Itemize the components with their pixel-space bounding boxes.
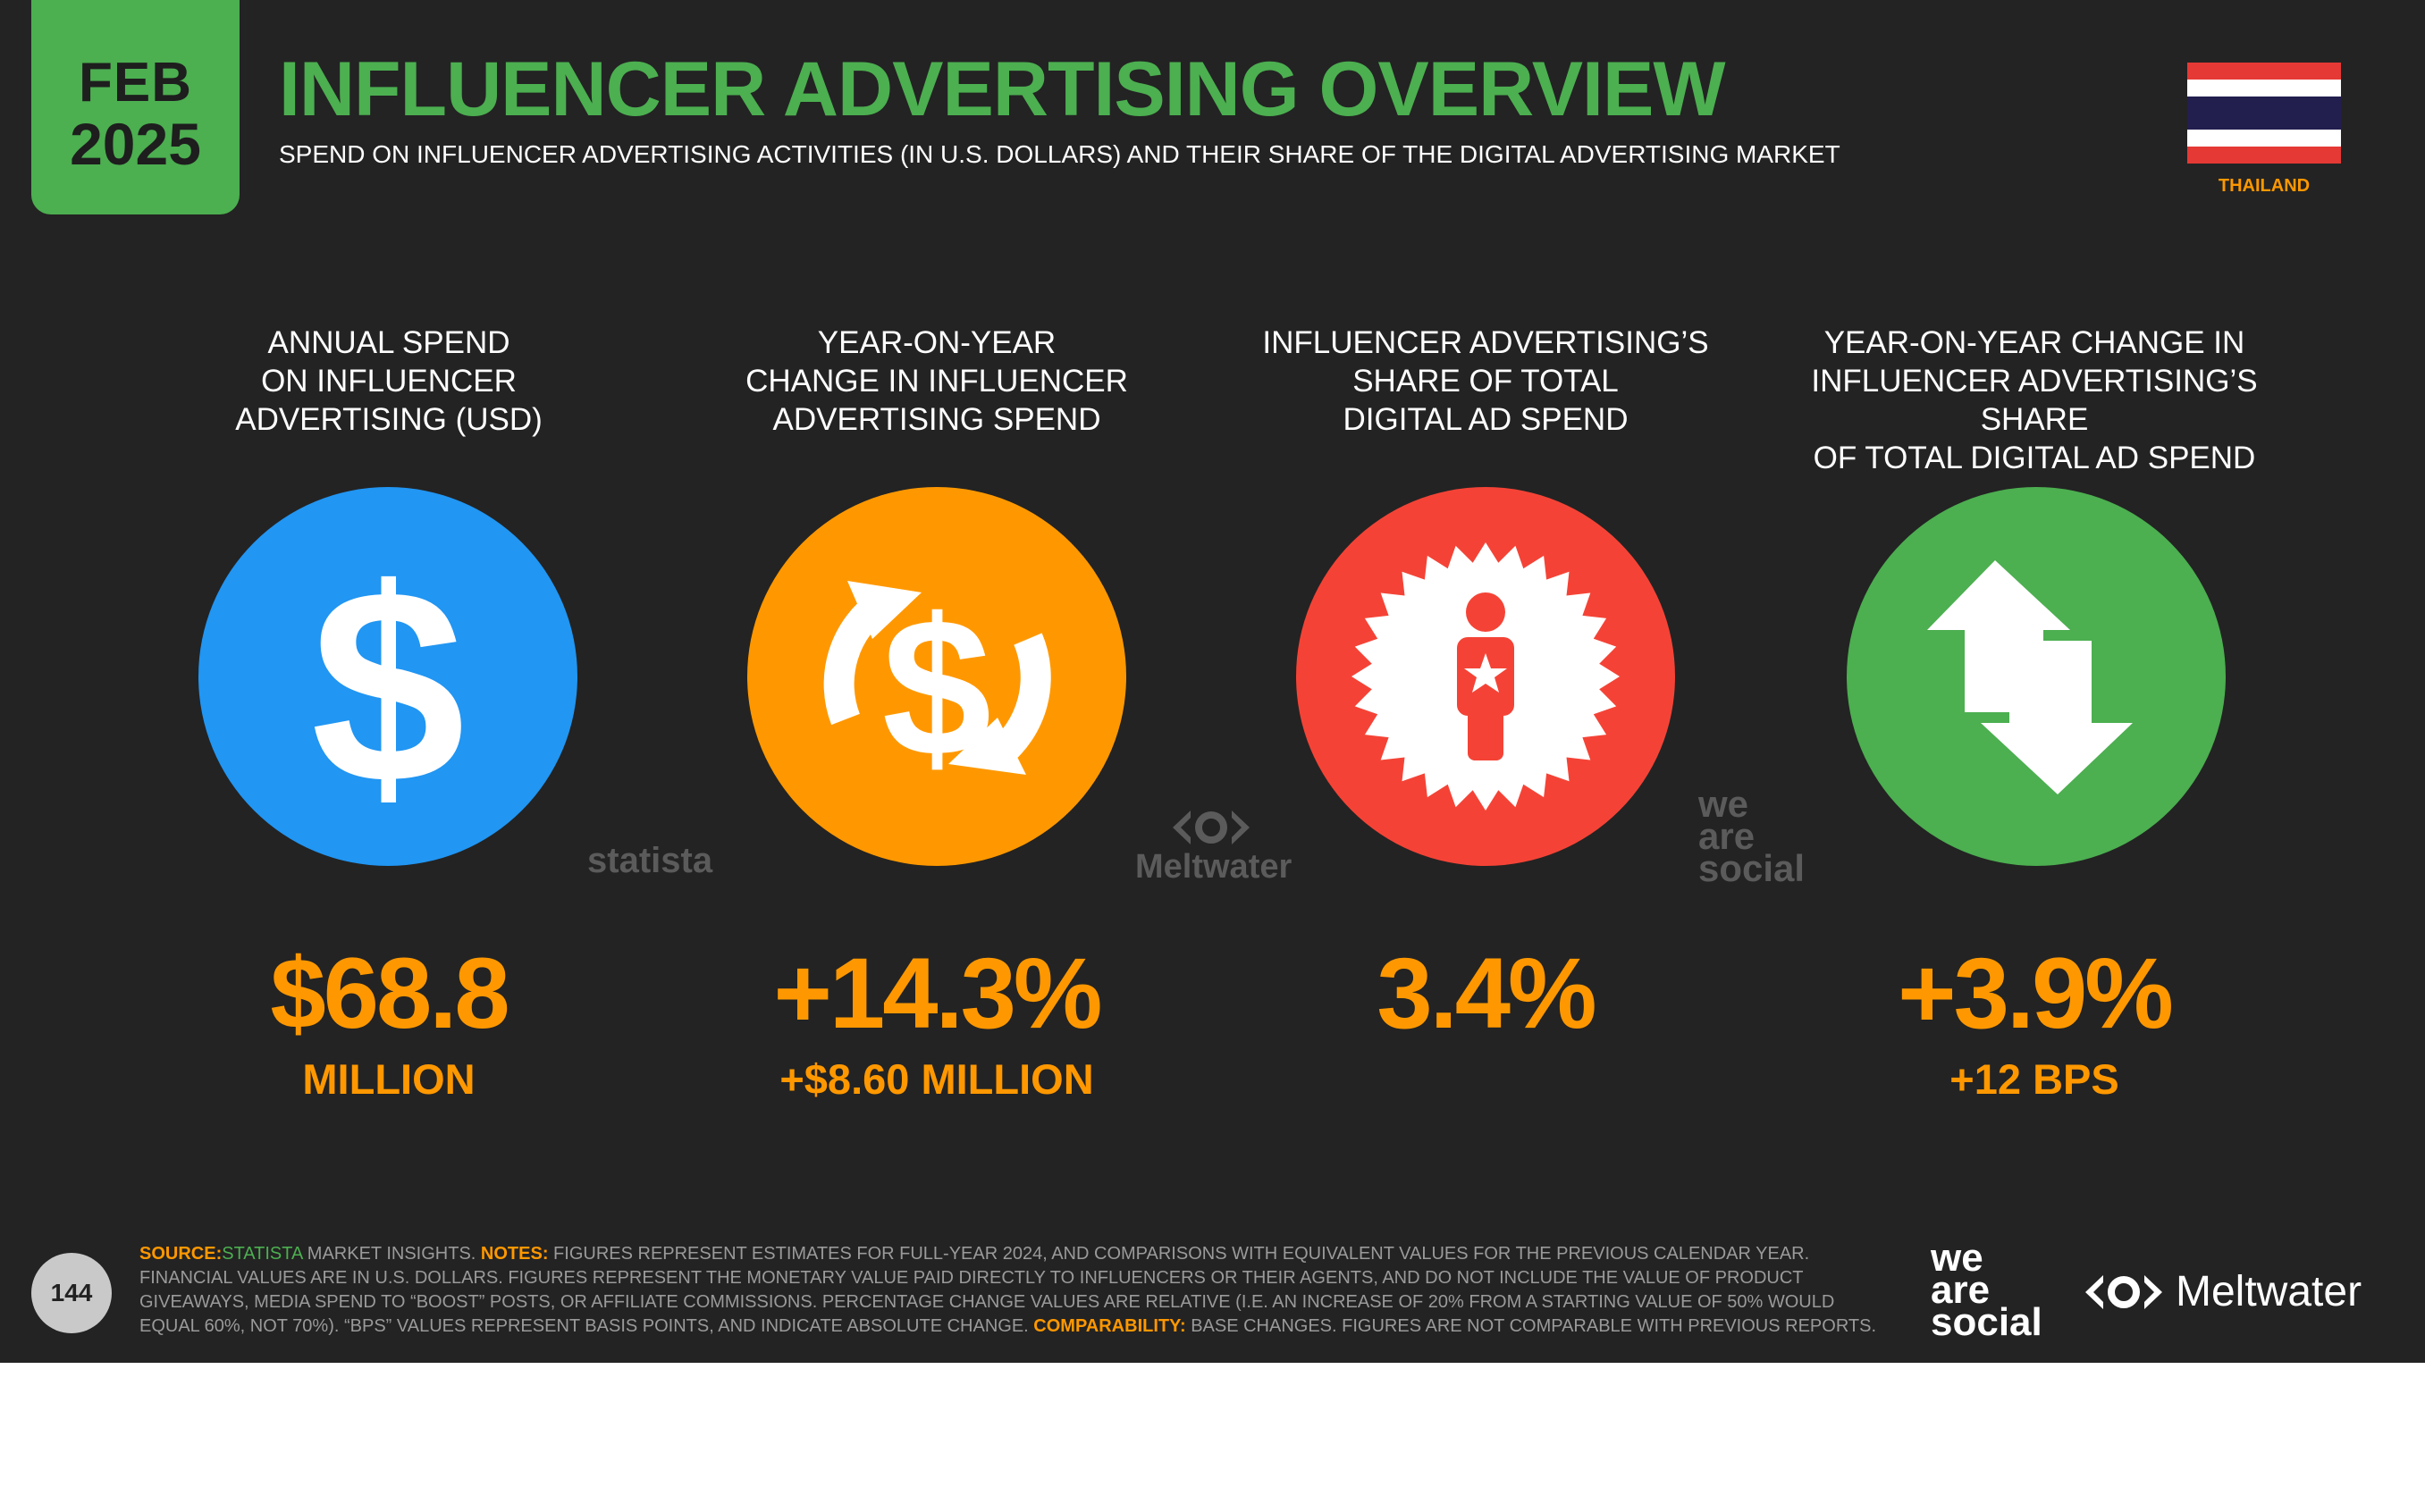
kpi-heading-share: INFLUENCER ADVERTISING’S SHARE OF TOTAL … xyxy=(1262,325,1709,437)
kpi-heading-yoy-share: YEAR-ON-YEAR CHANGE IN INFLUENCER ADVERT… xyxy=(1811,325,2258,475)
kpi-value-annual-spend: $68.8 xyxy=(270,937,509,1049)
source-label: SOURCE: xyxy=(139,1244,223,1264)
page-number: 144 xyxy=(31,1253,112,1333)
wearesocial-watermark: we are social xyxy=(1698,783,1806,889)
page-subtitle: SPEND ON INFLUENCER ADVERTISING ACTIVITI… xyxy=(279,140,1840,168)
up-down-arrows-icon xyxy=(1847,487,2226,866)
footnote: SOURCE:STATISTA MARKET INSIGHTS. NOTES: … xyxy=(139,1242,1891,1339)
meltwater-watermark: Meltwater xyxy=(1135,848,1292,886)
dollar-icon: $ xyxy=(198,487,577,866)
date-year: 2025 xyxy=(70,111,201,177)
country-label: THAILAND xyxy=(2218,176,2311,196)
svg-text:$: $ xyxy=(311,531,465,841)
statista-watermark: statista xyxy=(587,841,713,880)
kpi-sub-yoy-spend: +$8.60 MILLION xyxy=(779,1055,1094,1103)
source-rest: MARKET INSIGHTS. xyxy=(302,1244,481,1264)
comparability-text: BASE CHANGES. FIGURES ARE NOT COMPARABLE… xyxy=(1185,1316,1877,1336)
notes-label: NOTES: xyxy=(480,1244,549,1264)
influencer-badge-icon xyxy=(1296,487,1675,866)
meltwater-logo: Meltwater xyxy=(2083,1267,2362,1317)
date-month: FEB xyxy=(79,52,192,113)
kpi-value-share: 3.4% xyxy=(1377,937,1596,1049)
kpi-value-yoy-spend: +14.3% xyxy=(773,937,1103,1049)
meltwater-logo-text: Meltwater xyxy=(2176,1268,2362,1315)
kpi-heading-annual-spend: ANNUAL SPEND ON INFLUENCER ADVERTISING (… xyxy=(235,325,543,437)
wearesocial-logo: we are social xyxy=(1931,1236,2042,1344)
svg-text:$: $ xyxy=(882,577,991,797)
page-title: INFLUENCER ADVERTISING OVERVIEW xyxy=(279,46,1725,132)
slide: FEB 2025 INFLUENCER ADVERTISING OVERVIEW… xyxy=(0,0,2425,1363)
page-margin xyxy=(0,1363,2425,1512)
source-name: STATISTA xyxy=(222,1244,303,1264)
dollar-change-icon: $ xyxy=(747,487,1126,866)
date-badge: FEB 2025 xyxy=(31,0,240,214)
meltwater-watermark-icon xyxy=(1173,811,1250,844)
kpi-heading-yoy-spend: YEAR-ON-YEAR CHANGE IN INFLUENCER ADVERT… xyxy=(745,325,1128,437)
kpi-sub-annual-spend: MILLION xyxy=(302,1055,476,1103)
meltwater-logo-icon xyxy=(2085,1275,2162,1309)
comparability-label: COMPARABILITY: xyxy=(1033,1316,1186,1336)
kpi-value-yoy-share: +3.9% xyxy=(1898,937,2174,1049)
kpi-sub-yoy-share: +12 BPS xyxy=(1949,1055,2119,1103)
thailand-flag-icon xyxy=(2187,63,2341,164)
